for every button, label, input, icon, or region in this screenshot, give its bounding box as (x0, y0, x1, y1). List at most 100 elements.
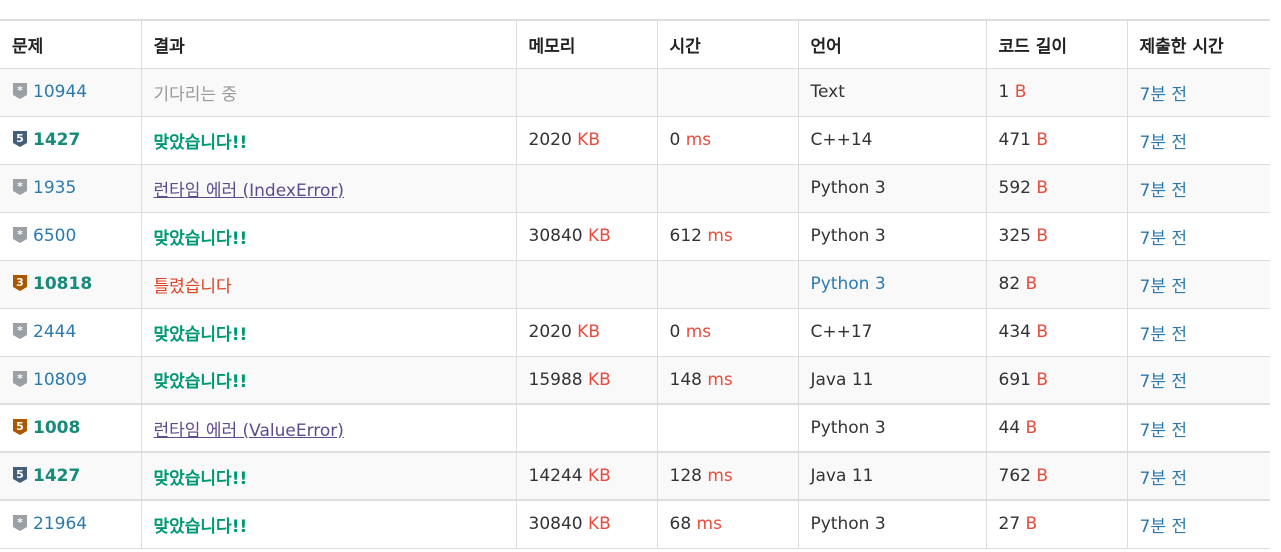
code-length-unit: B (1014, 82, 1027, 102)
table-body: * 10944 기다리는 중 Text 1 B 7분 전 5 1427 맞았습니다!! 2020 … (0, 68, 1270, 549)
language-text: Python 3 (810, 178, 886, 198)
svg-text:*: * (17, 228, 23, 241)
problem-link[interactable]: 1935 (33, 178, 76, 198)
code-length-unit: B (1036, 322, 1049, 342)
submitted-time-link[interactable]: 7분 전 (1140, 372, 1188, 392)
memory-unit: KB (588, 466, 611, 486)
time-value: 0 (669, 130, 681, 150)
result-text[interactable]: 런타임 에러 (IndexError) (154, 181, 345, 201)
tier-badge-icon: * (13, 83, 27, 99)
result-text[interactable]: 런타임 에러 (ValueError) (154, 421, 344, 441)
problem-link[interactable]: 6500 (33, 226, 76, 246)
time-unit: ms (707, 369, 733, 390)
cell-language: Python 3 (797, 164, 986, 213)
cell-submitted-time: 7분 전 (1126, 164, 1270, 213)
svg-text:*: * (17, 84, 23, 97)
cell-problem: 3 10818 (0, 260, 141, 309)
tier-badge-icon: * (13, 323, 27, 339)
cell-memory: 15988 KB (515, 356, 657, 405)
table-row: * 10944 기다리는 중 Text 1 B 7분 전 (0, 68, 1270, 117)
submission-status-table: 문제 결과 메모리 시간 언어 코드 길이 제출한 시간 * 10944 기다리는 … (0, 19, 1270, 549)
svg-text:*: * (17, 516, 23, 529)
tier-badge-icon: 5 (13, 131, 27, 147)
result-text[interactable]: 맞았습니다!! (154, 517, 248, 537)
cell-submitted-time: 7분 전 (1126, 116, 1270, 165)
time-unit: ms (707, 466, 733, 486)
problem-link[interactable]: 1427 (33, 466, 80, 486)
time-unit: ms (696, 514, 722, 535)
table-row: * 21964 맞았습니다!! 30840 KB 68 ms Python 3 27 B 7분… (0, 499, 1270, 549)
submitted-time-link[interactable]: 7분 전 (1140, 517, 1188, 537)
cell-submitted-time: 7분 전 (1126, 260, 1270, 309)
result-text[interactable]: 맞았습니다!! (154, 372, 248, 392)
cell-problem: * 6500 (0, 212, 141, 261)
code-length-value: 691 (998, 369, 1031, 390)
code-length-unit: B (1025, 418, 1038, 438)
result-text[interactable]: 맞았습니다!! (154, 469, 248, 489)
language-text: Python 3 (810, 418, 886, 438)
cell-result: 틀렸습니다 (140, 260, 516, 309)
submitted-time-link[interactable]: 7분 전 (1140, 421, 1188, 441)
submitted-time-link[interactable]: 7분 전 (1140, 229, 1188, 249)
cell-submitted-time: 7분 전 (1126, 356, 1270, 405)
cell-language: Java 11 (797, 451, 986, 501)
svg-text:*: * (17, 324, 23, 337)
problem-link[interactable]: 1427 (33, 130, 80, 150)
cell-language: Java 11 (797, 356, 986, 405)
cell-time: 128 ms (656, 451, 798, 501)
problem-link[interactable]: 1008 (33, 418, 80, 438)
cell-time (656, 68, 798, 117)
result-text[interactable]: 맞았습니다!! (154, 133, 248, 153)
time-value: 0 (669, 322, 681, 342)
result-text[interactable]: 틀렸습니다 (154, 277, 232, 297)
time-value: 128 (669, 466, 702, 486)
cell-code-length: 592 B (985, 164, 1127, 213)
table-row: 5 1008 런타임 에러 (ValueError) Python 3 44 B 7분 전 (0, 403, 1270, 453)
code-length-unit: B (1036, 130, 1049, 150)
svg-text:3: 3 (16, 276, 24, 289)
submitted-time-link[interactable]: 7분 전 (1140, 325, 1188, 345)
status-table-container: 문제 결과 메모리 시간 언어 코드 길이 제출한 시간 * 10944 기다리는 … (0, 19, 1270, 549)
header-time: 시간 (656, 20, 798, 69)
table-row: * 2444 맞았습니다!! 2020 KB 0 ms C++17 434 B 7분 전 (0, 308, 1270, 357)
code-length-value: 762 (998, 466, 1031, 486)
submitted-time-link[interactable]: 7분 전 (1140, 469, 1188, 489)
table-row: 5 1427 맞았습니다!! 14244 KB 128 ms Java 11 762 B 7분… (0, 451, 1270, 501)
cell-submitted-time: 7분 전 (1126, 308, 1270, 357)
cell-result: 기다리는 중 (140, 68, 516, 117)
memory-unit: KB (588, 226, 611, 246)
header-problem: 문제 (0, 20, 141, 69)
cell-submitted-time: 7분 전 (1126, 68, 1270, 117)
problem-link[interactable]: 2444 (33, 322, 76, 342)
submitted-time-link[interactable]: 7분 전 (1140, 277, 1188, 297)
table-header-row: 문제 결과 메모리 시간 언어 코드 길이 제출한 시간 (0, 20, 1270, 69)
problem-link[interactable]: 10944 (33, 82, 87, 102)
cell-time: 612 ms (656, 212, 798, 261)
submitted-time-link[interactable]: 7분 전 (1140, 85, 1188, 105)
code-length-value: 1 (998, 82, 1010, 102)
language-text: Python 3 (810, 226, 886, 246)
header-code-length: 코드 길이 (985, 20, 1127, 69)
cell-memory: 2020 KB (515, 308, 657, 357)
cell-problem: * 10944 (0, 68, 141, 117)
tier-badge-icon: * (13, 370, 27, 387)
submitted-time-link[interactable]: 7분 전 (1140, 133, 1188, 153)
tier-badge-icon: * (13, 179, 27, 195)
tier-badge-icon: * (13, 515, 27, 532)
result-text[interactable]: 맞았습니다!! (154, 325, 248, 345)
cell-result: 맞았습니다!! (140, 116, 516, 165)
cell-submitted-time: 7분 전 (1126, 499, 1270, 549)
problem-link[interactable]: 21964 (33, 514, 87, 534)
language-text: Java 11 (810, 369, 874, 390)
result-text[interactable]: 맞았습니다!! (154, 229, 248, 249)
code-length-unit: B (1025, 514, 1038, 535)
problem-link[interactable]: 10809 (33, 370, 87, 390)
submitted-time-link[interactable]: 7분 전 (1140, 181, 1188, 201)
cell-code-length: 762 B (985, 451, 1127, 501)
problem-link[interactable]: 10818 (33, 274, 92, 294)
language-text[interactable]: Python 3 (811, 274, 886, 294)
cell-problem: 5 1427 (0, 116, 141, 165)
cell-language: Text (797, 68, 986, 117)
cell-result: 맞았습니다!! (140, 308, 516, 357)
cell-result: 맞았습니다!! (140, 499, 516, 549)
